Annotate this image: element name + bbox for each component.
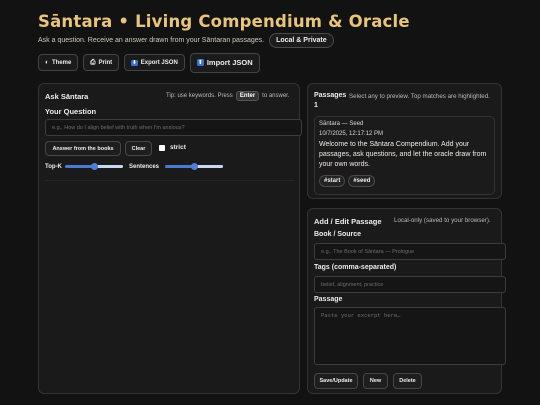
new-button[interactable]: New (363, 373, 388, 389)
slider-track-rest (94, 165, 123, 168)
passages-panel: Passages 1 Select any to preview. Top ma… (307, 83, 502, 199)
answer-from-books-button[interactable]: Answer from the books (45, 141, 121, 156)
book-source-input[interactable]: e.g., The Book of Sāntara — Prologue (314, 243, 506, 260)
tip-prefix: Tip: use keywords. Press (166, 93, 233, 99)
export-json-label: Export JSON (140, 59, 178, 66)
tags-label: Tags (comma-separated) (314, 264, 397, 271)
divider (45, 180, 295, 181)
tip-suffix: to answer. (262, 93, 290, 99)
passage-card[interactable]: Sāntara — Seed 10/7/2025, 12:17:12 PM We… (314, 116, 495, 195)
passages-hint: Select any to preview. Top matches are h… (349, 93, 490, 100)
tags-input[interactable]: belief, alignment, practice (314, 276, 506, 293)
slider-thumb[interactable] (190, 162, 198, 170)
delete-button[interactable]: Delete (393, 373, 422, 389)
printer-icon: ⎙ (90, 58, 96, 66)
slider-track-rest (194, 165, 223, 168)
sentences-slider[interactable] (165, 162, 223, 170)
strict-checkbox[interactable] (159, 145, 165, 151)
upload-box-icon: ⬆ (196, 59, 204, 66)
ask-tip: Tip: use keywords. Press Enter to answer… (166, 91, 290, 101)
tag-chip[interactable]: #seed (348, 175, 376, 187)
enter-key-hint: Enter (235, 91, 260, 101)
import-json-label: Import JSON (206, 58, 253, 67)
passage-source: Sāntara — Seed (319, 121, 364, 127)
passage-date: 10/7/2025, 12:17:12 PM (319, 131, 384, 137)
passage-label: Passage (314, 296, 343, 303)
print-button[interactable]: ⎙ Print (83, 54, 120, 71)
strict-label: strict (170, 144, 186, 151)
question-input[interactable]: e.g., How do I align belief with truth w… (45, 119, 302, 136)
ask-title: Ask Sāntara (45, 92, 89, 101)
clear-button[interactable]: Clear (125, 141, 152, 156)
download-box-icon: ⬇ (131, 59, 138, 66)
half-moon-icon: ◐ (45, 59, 49, 66)
toolbar: ◐ Theme ⎙ Print ⬇ Export JSON ⬆ Import J… (38, 52, 260, 73)
question-label: Your Question (45, 107, 97, 116)
edit-passage-panel: Add / Edit Passage Local-only (saved to … (307, 208, 506, 394)
theme-button[interactable]: ◐ Theme (38, 54, 79, 71)
edit-title: Add / Edit Passage (314, 217, 382, 226)
ask-panel: Ask Sāntara Tip: use keywords. Press Ent… (38, 83, 302, 394)
theme-label: Theme (51, 59, 72, 66)
passage-tags: #start #seed (319, 175, 376, 187)
local-private-badge: Local & Private (269, 33, 334, 48)
tag-chip[interactable]: #start (319, 175, 346, 187)
save-update-button[interactable]: Save/Update (314, 373, 358, 389)
subtitle-text: Ask a question. Receive an answer drawn … (38, 37, 265, 44)
edit-hint: Local-only (saved to your browser). (394, 217, 491, 224)
export-json-button[interactable]: ⬇ Export JSON (124, 54, 185, 71)
import-json-button[interactable]: ⬆ Import JSON (189, 52, 260, 73)
passage-text: Welcome to the Sāntara Compendium. Add y… (319, 141, 487, 168)
passages-count: 1 (314, 102, 318, 109)
book-source-label: Book / Source (314, 231, 362, 238)
passage-textarea[interactable]: Paste your excerpt here… (314, 307, 506, 365)
topk-label: Top-K (45, 164, 62, 170)
print-label: Print (98, 59, 113, 66)
topk-slider[interactable] (65, 162, 123, 170)
subtitle-row: Ask a question. Receive an answer drawn … (38, 33, 334, 48)
app-title: Sāntara • Living Compendium & Oracle (38, 12, 410, 31)
sentences-label: Sentences (129, 164, 160, 170)
passages-title: Passages (314, 92, 347, 99)
slider-thumb[interactable] (90, 162, 98, 170)
